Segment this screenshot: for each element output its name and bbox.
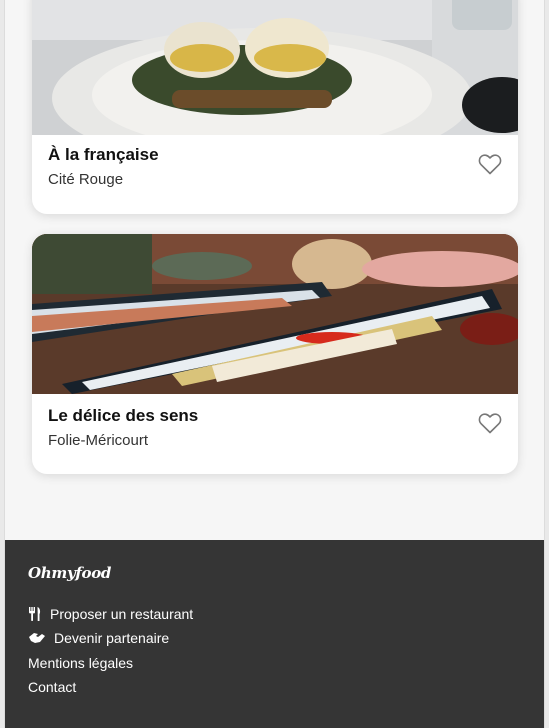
restaurant-name: À la française [48,145,159,164]
handshake-icon [28,631,46,645]
contact-link[interactable]: Contact [28,679,76,695]
restaurant-photo [32,0,518,135]
legal-notice-label: Mentions légales [28,655,134,671]
page: À la française Cité Rouge Le délice des … [4,0,545,728]
utensils-icon [28,607,42,621]
propose-restaurant-link[interactable]: Proposer un restaurant [28,606,193,622]
contact-label: Contact [28,679,77,695]
restaurant-card[interactable]: À la française Cité Rouge [32,0,518,214]
restaurant-photo [32,234,518,394]
legal-notice-link[interactable]: Mentions légales [28,655,133,671]
restaurant-card[interactable]: Le délice des sens Folie-Méricourt [32,234,518,474]
favorite-heart-icon[interactable] [478,412,502,434]
footer-brand-logo[interactable]: Ohmyfood [28,564,111,582]
become-partner-label: Devenir partenaire [54,630,170,646]
restaurant-neighborhood: Folie-Méricourt [48,432,149,449]
become-partner-link[interactable]: Devenir partenaire [28,630,169,646]
restaurant-name: Le délice des sens [48,406,199,425]
restaurant-neighborhood: Cité Rouge [48,171,124,188]
favorite-heart-icon[interactable] [478,153,502,175]
propose-restaurant-label: Proposer un restaurant [50,606,194,622]
